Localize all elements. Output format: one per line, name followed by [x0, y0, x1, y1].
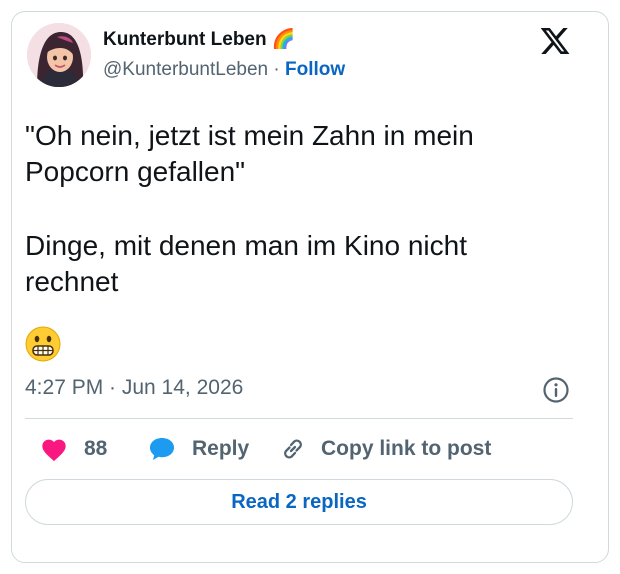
handle-separator: ·: [273, 59, 280, 80]
reply-label: Reply: [192, 437, 250, 460]
divider: [25, 418, 573, 419]
copy-link-button[interactable]: Copy link to post: [279, 434, 491, 464]
copy-link-label: Copy link to post: [321, 437, 492, 460]
read-replies-button[interactable]: Read 2 replies: [25, 479, 573, 525]
author-handle[interactable]: @KunterbuntLeben: [103, 59, 268, 80]
info-icon[interactable]: [542, 376, 570, 404]
reply-button[interactable]: Reply: [148, 434, 249, 464]
like-count: 88: [84, 437, 108, 460]
follow-button[interactable]: Follow: [285, 59, 345, 80]
link-icon: [284, 439, 302, 459]
tweet-text-line: rechnet: [25, 266, 119, 297]
author-name[interactable]: Kunterbunt Leben 🌈: [103, 27, 296, 51]
tweet-text-line: "Oh nein, jetzt ist mein Zahn in mein: [25, 120, 474, 151]
author-avatar[interactable]: [27, 23, 91, 87]
reply-bubble-icon: [150, 438, 174, 460]
tweet-text-line: Dinge, mit denen man im Kino nicht: [25, 230, 467, 261]
x-logo-icon[interactable]: [538, 25, 572, 57]
author-handle-row: @KunterbuntLeben · Follow: [103, 59, 345, 81]
grimacing-face-emoji: [24, 325, 62, 363]
like-button[interactable]: 88: [40, 434, 107, 464]
tweet-timestamp[interactable]: 4:27 PM · Jun 14, 2026: [25, 376, 243, 400]
heart-icon: [42, 439, 66, 462]
tweet-text-line: Popcorn gefallen": [25, 156, 246, 187]
